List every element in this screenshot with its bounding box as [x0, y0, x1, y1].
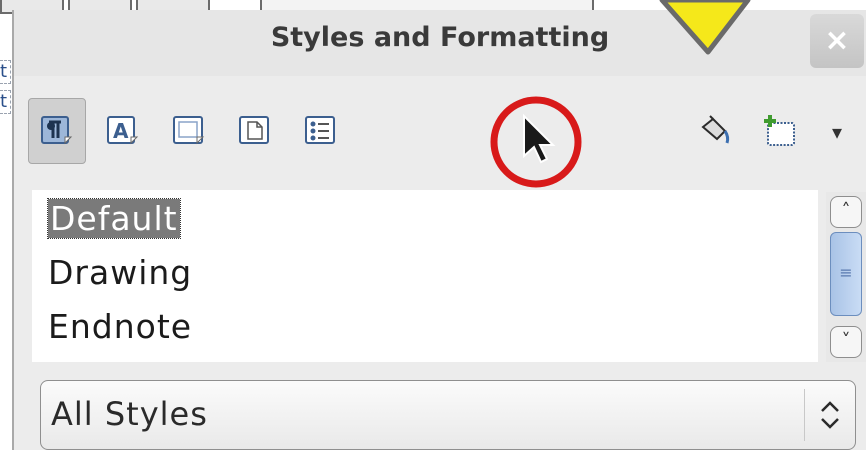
- up-down-chevron-icon: [821, 401, 839, 429]
- list-item[interactable]: Default: [47, 194, 181, 244]
- frame-style-icon: [173, 116, 205, 145]
- styles-list-scrollbar[interactable]: ˄ ≡ ˅: [826, 192, 866, 362]
- background-document-edge: t t: [0, 14, 12, 450]
- styles-formatting-panel: Styles and Formatting × A ▾ Default Draw…: [12, 10, 866, 450]
- list-style-icon: [305, 116, 335, 144]
- new-style-from-selection-button[interactable]: [750, 98, 808, 164]
- toolbar-dropdown-arrow[interactable]: ▾: [832, 120, 842, 144]
- list-styles-button[interactable]: [292, 98, 350, 164]
- svg-text:A: A: [113, 119, 129, 143]
- mouse-pointer-icon: [523, 113, 556, 164]
- close-button[interactable]: ×: [810, 14, 864, 68]
- scroll-thumb[interactable]: ≡: [830, 232, 862, 316]
- fill-format-mode-button[interactable]: [686, 98, 744, 164]
- background-text-fragment: t: [0, 60, 11, 84]
- new-style-icon: [764, 115, 795, 146]
- scroll-down-button[interactable]: ˅: [830, 326, 862, 358]
- scroll-up-button[interactable]: ˄: [830, 196, 862, 228]
- paint-bucket-icon: [701, 115, 730, 144]
- list-item[interactable]: Drawing: [48, 248, 192, 298]
- character-styles-button[interactable]: A: [94, 98, 152, 164]
- paragraph-styles-button[interactable]: [28, 98, 86, 164]
- list-item[interactable]: Endnote: [48, 302, 192, 352]
- annotation-arrow-icon: [659, 0, 751, 55]
- styles-list[interactable]: Default Drawing Endnote: [32, 190, 818, 362]
- select-divider: [804, 389, 805, 441]
- background-text-fragment: t: [0, 90, 11, 114]
- style-filter-select[interactable]: All Styles: [40, 380, 856, 450]
- paragraph-style-icon: [41, 116, 73, 145]
- frame-styles-button[interactable]: [160, 98, 218, 164]
- style-filter-value: All Styles: [51, 395, 208, 433]
- character-style-icon: A: [107, 116, 139, 145]
- cursor-highlight-ring: [490, 96, 582, 188]
- page-style-icon: [239, 116, 269, 144]
- page-styles-button[interactable]: [226, 98, 284, 164]
